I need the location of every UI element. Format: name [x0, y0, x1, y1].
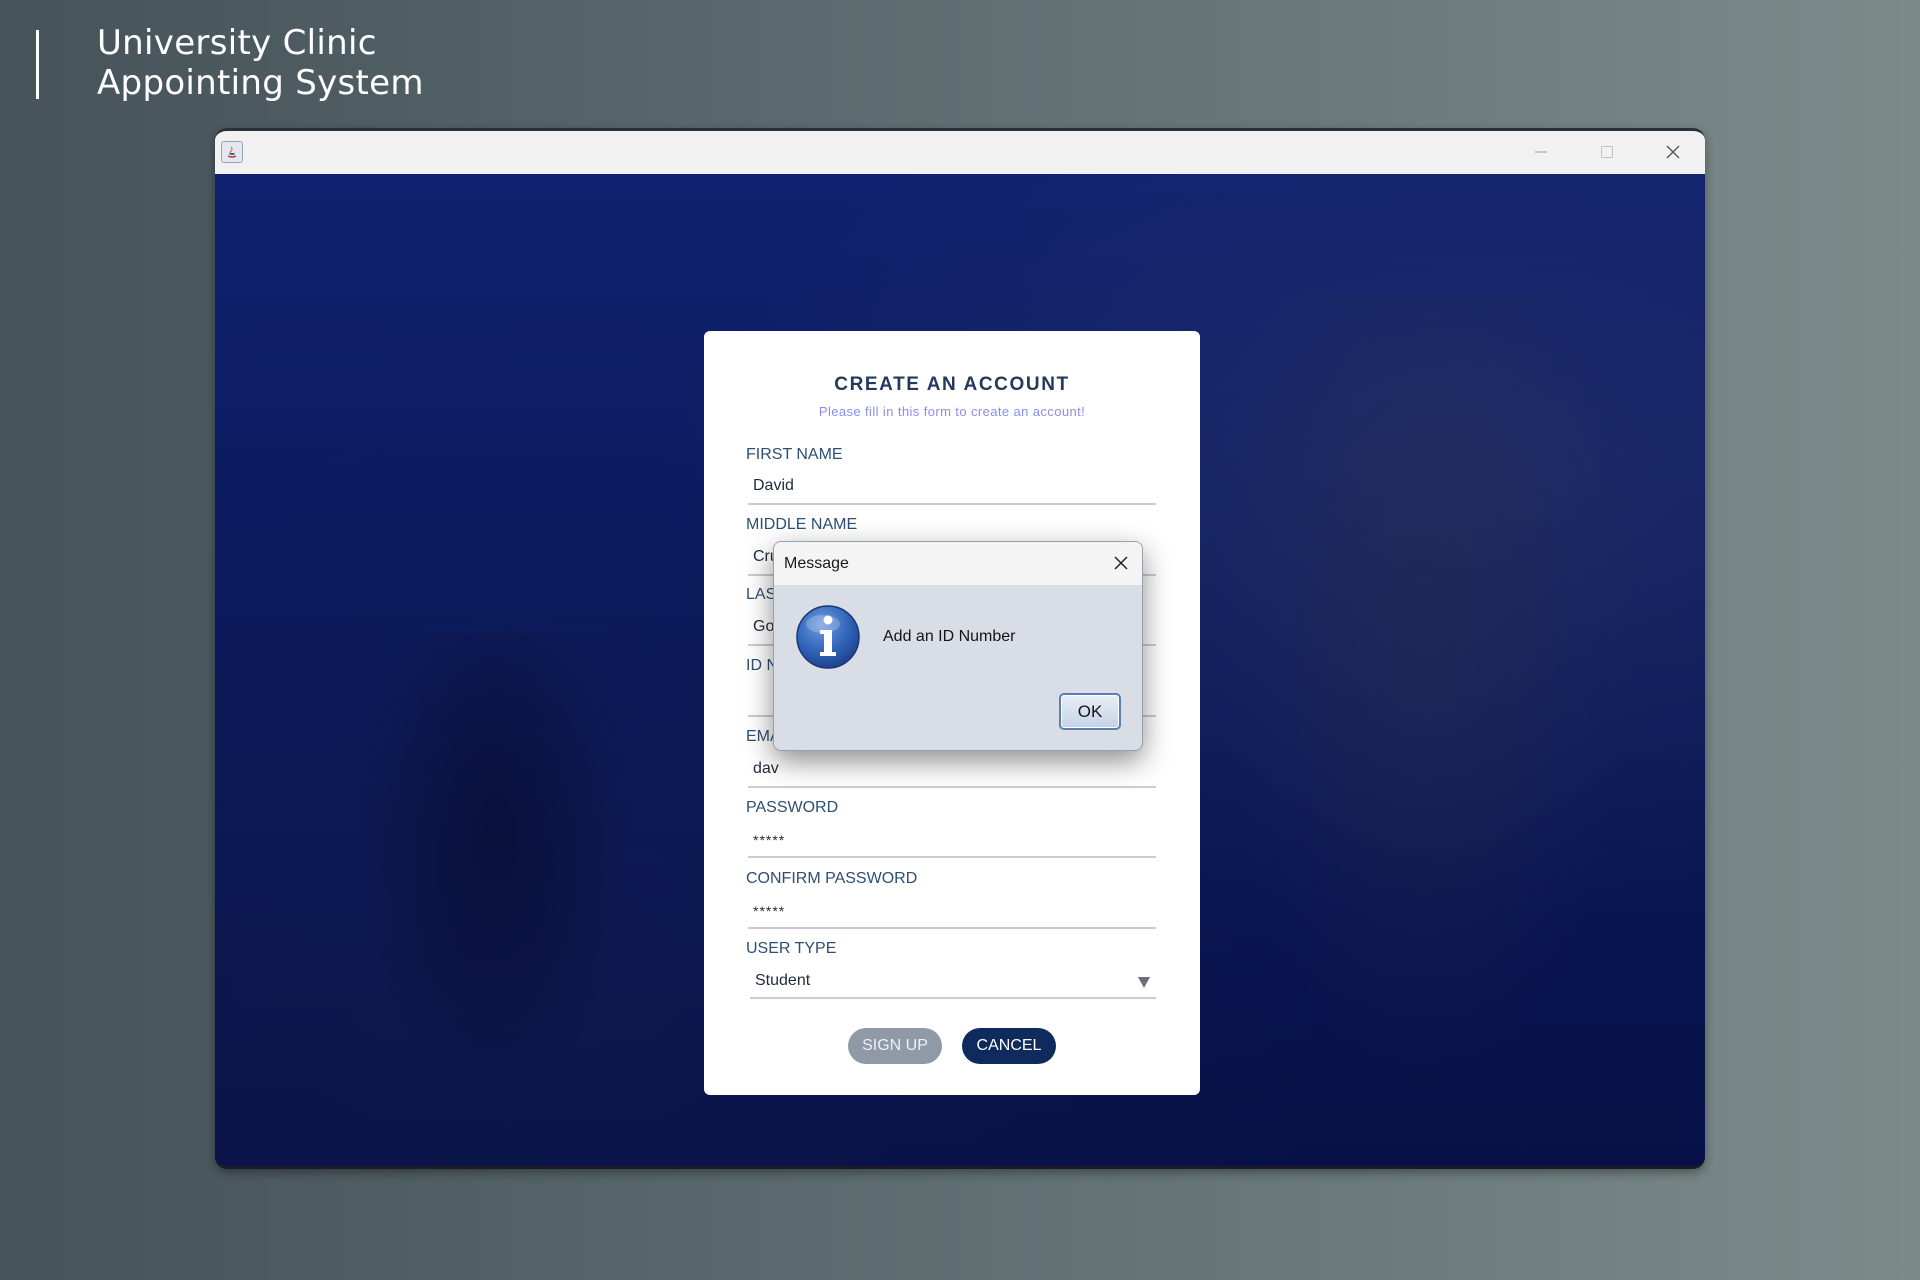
form-title: CREATE AN ACCOUNT	[834, 374, 1070, 395]
first-name-field[interactable]: David	[748, 469, 1156, 505]
email-field[interactable]: dav	[748, 752, 1156, 788]
page-title-line1: University Clinic	[97, 23, 377, 63]
form-subtitle: Please fill in this form to create an ac…	[818, 404, 1086, 419]
email-value: dav	[753, 760, 779, 777]
close-icon[interactable]	[1650, 137, 1696, 167]
last-name-value: Go	[753, 618, 775, 635]
dropdown-arrow-icon[interactable]	[1138, 977, 1150, 988]
ok-button[interactable]: OK	[1059, 693, 1121, 730]
dialog-title: Message	[784, 555, 849, 572]
password-value: *****	[753, 832, 786, 848]
confirm-password-field[interactable]: *****	[748, 893, 1156, 929]
first-name-value: David	[753, 477, 794, 494]
user-type-label: USER TYPE	[746, 940, 837, 957]
confirm-password-label: CONFIRM PASSWORD	[746, 870, 918, 887]
background-tree-silhouette	[345, 634, 645, 1134]
maximize-icon[interactable]	[1584, 137, 1630, 167]
minimize-icon[interactable]	[1518, 137, 1564, 167]
password-field[interactable]: *****	[748, 822, 1156, 858]
user-type-select[interactable]: Student	[750, 963, 1156, 999]
cancel-button[interactable]: CANCEL	[962, 1028, 1056, 1064]
dialog-message: Add an ID Number	[883, 628, 1016, 645]
middle-name-label: MIDDLE NAME	[746, 516, 858, 533]
background-building-silhouette	[1215, 294, 1635, 1094]
info-icon	[795, 604, 861, 670]
dialog-titlebar[interactable]: Message	[774, 542, 1142, 585]
java-app-icon	[221, 141, 243, 163]
page-title-line2: Appointing System	[97, 63, 424, 103]
confirm-password-value: *****	[753, 903, 786, 919]
window-titlebar[interactable]	[215, 131, 1705, 174]
brand-divider	[36, 30, 39, 99]
sign-up-button[interactable]: SIGN UP	[848, 1028, 942, 1064]
dialog-close-icon[interactable]	[1110, 552, 1132, 574]
page-title: University Clinic Appointing System	[97, 23, 424, 103]
last-name-label: LAS	[746, 586, 777, 603]
first-name-label: FIRST NAME	[746, 446, 843, 463]
message-dialog: Message Add an ID Number OK	[773, 541, 1143, 751]
user-type-value: Student	[755, 972, 811, 989]
password-label: PASSWORD	[746, 799, 839, 816]
